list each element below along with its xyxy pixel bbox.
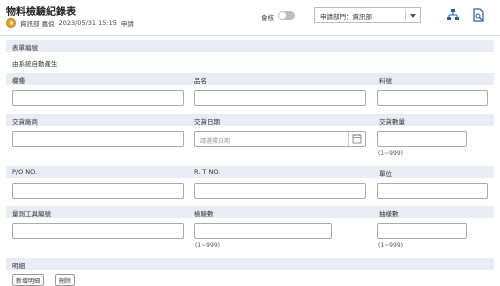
rt-no-input[interactable] bbox=[194, 183, 366, 199]
item-name-label: 品名 bbox=[194, 77, 207, 85]
detail-label: 明細 bbox=[12, 262, 25, 270]
apply-datetime: 2023/05/31 15:15 bbox=[58, 19, 117, 27]
apply-status: 申請 bbox=[120, 20, 134, 28]
form-no-header: 表單編號 bbox=[6, 40, 494, 52]
sample-qty-hint: (1~999) bbox=[378, 242, 403, 249]
category-input[interactable] bbox=[12, 90, 184, 106]
delivery-date-placeholder: 請選擇日期 bbox=[200, 138, 231, 145]
gauge-no-label: 量測工具編號 bbox=[12, 210, 51, 218]
inspect-qty-input[interactable] bbox=[194, 223, 332, 239]
countersign-label: 會核 bbox=[261, 14, 274, 22]
row4-header: 量測工具編號 檢驗數 抽樣數 bbox=[6, 206, 494, 218]
sample-qty-label: 抽樣數 bbox=[379, 210, 399, 218]
page-header: 物料檢驗紀錄表 資訊部 嘉俍 2023/05/31 15:15 申請 會核 申請… bbox=[0, 0, 500, 36]
inspect-qty-hint: (1~999) bbox=[195, 242, 220, 249]
org-chart-icon[interactable] bbox=[446, 8, 460, 22]
chevron-down-icon bbox=[410, 14, 416, 18]
delivery-qty-input[interactable] bbox=[377, 131, 467, 147]
applicant-name: 資訊部 嘉俍 bbox=[20, 20, 55, 28]
supplier-input[interactable] bbox=[12, 131, 184, 147]
delivery-qty-label: 交貨數量 bbox=[379, 118, 405, 126]
applicant-info: 資訊部 嘉俍 2023/05/31 15:15 申請 bbox=[6, 17, 138, 29]
item-name-input[interactable] bbox=[194, 90, 366, 106]
delete-detail-button[interactable]: 刪除 bbox=[55, 274, 76, 286]
delivery-qty-hint: (1~999) bbox=[378, 150, 403, 157]
row1-header: 欄種 品名 料號 bbox=[6, 73, 494, 85]
row3-header: P/O NO. R. T NO. 單位 bbox=[6, 166, 494, 178]
unit-label: 單位 bbox=[379, 170, 392, 178]
category-label: 欄種 bbox=[12, 77, 25, 85]
header-divider bbox=[0, 35, 500, 36]
avatar bbox=[6, 18, 16, 28]
row2-header: 交貨廠商 交貨日期 交貨數量 bbox=[6, 114, 494, 126]
delivery-date-input[interactable]: 請選擇日期 bbox=[194, 131, 366, 147]
part-no-input[interactable] bbox=[377, 90, 488, 106]
delivery-date-label: 交貨日期 bbox=[194, 118, 220, 126]
document-search-icon[interactable] bbox=[471, 8, 485, 22]
po-no-input[interactable] bbox=[12, 183, 184, 199]
detail-header: 明細 bbox=[6, 258, 494, 270]
countersign-toggle[interactable] bbox=[278, 11, 295, 20]
part-no-label: 料號 bbox=[379, 77, 392, 85]
dept-select[interactable]: 申請部門：資訊部 bbox=[314, 7, 421, 23]
gauge-no-input[interactable] bbox=[12, 223, 184, 239]
inspect-qty-label: 檢驗數 bbox=[194, 210, 214, 218]
supplier-label: 交貨廠商 bbox=[12, 118, 38, 126]
form-no-value: 由系統自動產生 bbox=[12, 60, 58, 68]
dept-select-value: 申請部門：資訊部 bbox=[320, 13, 372, 21]
calendar-icon[interactable] bbox=[348, 132, 365, 146]
unit-input[interactable] bbox=[377, 183, 488, 199]
po-no-label: P/O NO. bbox=[12, 168, 38, 176]
form-no-label: 表單編號 bbox=[12, 44, 38, 52]
sample-qty-input[interactable] bbox=[377, 223, 467, 239]
rt-no-label: R. T NO. bbox=[194, 168, 221, 176]
page-title: 物料檢驗紀錄表 bbox=[6, 7, 76, 18]
add-detail-button[interactable]: 新增明細 bbox=[12, 274, 45, 286]
